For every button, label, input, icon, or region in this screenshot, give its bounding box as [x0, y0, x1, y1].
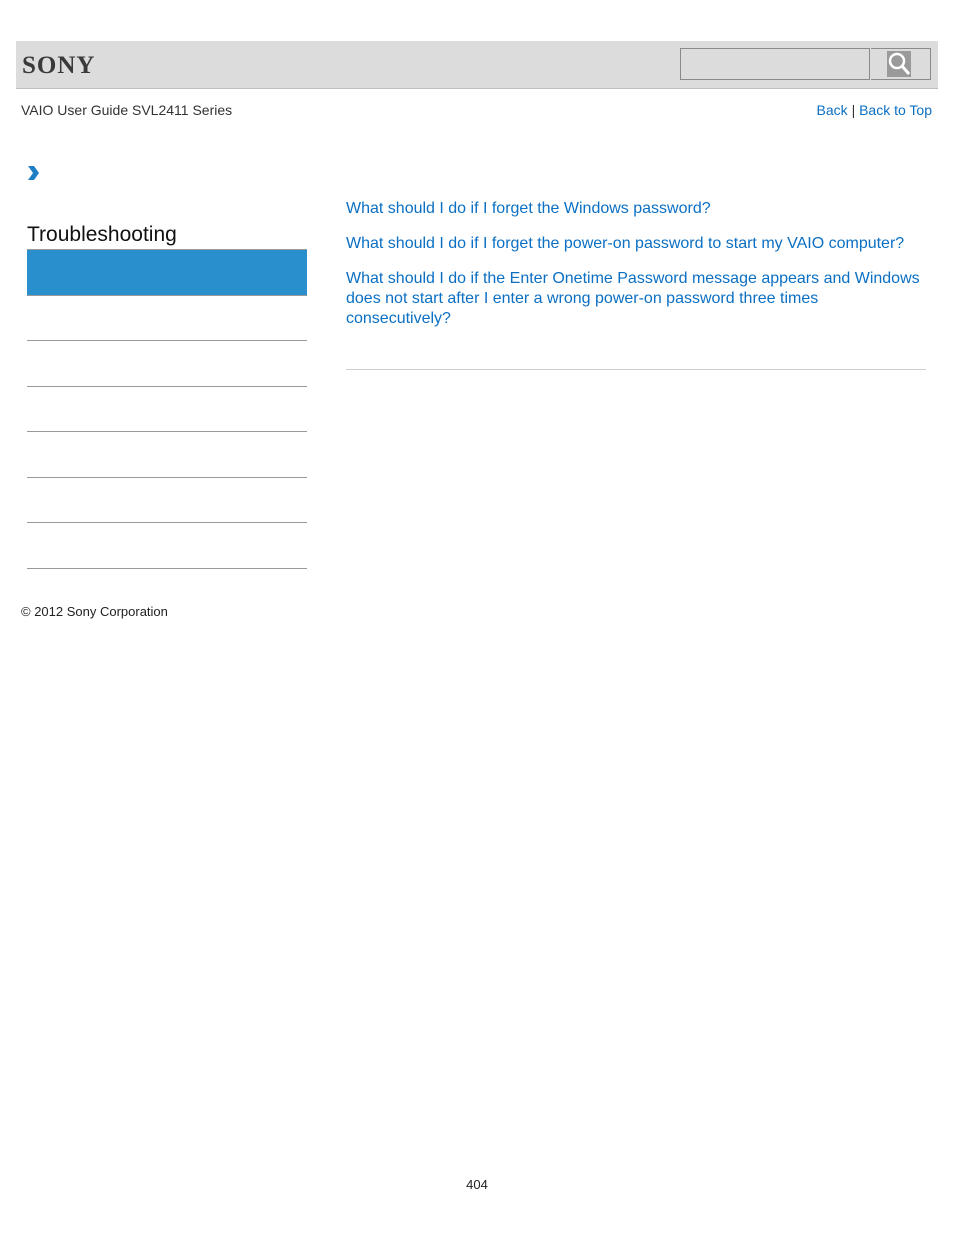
- sidebar-item[interactable]: [27, 477, 307, 478]
- chevron-right-icon[interactable]: [26, 165, 40, 186]
- sidebar-item-active[interactable]: [27, 249, 307, 296]
- topic-link-windows-password[interactable]: What should I do if I forget the Windows…: [346, 199, 926, 219]
- header-bar: SONY: [16, 41, 938, 89]
- topic-links: What should I do if I forget the Windows…: [346, 199, 926, 344]
- topic-link-onetime-password[interactable]: What should I do if the Enter Onetime Pa…: [346, 269, 926, 329]
- sidebar-title: Troubleshooting: [27, 223, 177, 246]
- topic-link-power-on-password[interactable]: What should I do if I forget the power-o…: [346, 234, 926, 254]
- magnifier-icon: [887, 51, 911, 77]
- copyright: © 2012 Sony Corporation: [21, 604, 168, 619]
- guide-title: VAIO User Guide SVL2411 Series: [21, 102, 233, 118]
- top-nav-links: Back | Back to Top: [817, 102, 932, 118]
- back-link[interactable]: Back: [817, 102, 848, 118]
- back-to-top-link[interactable]: Back to Top: [859, 102, 932, 118]
- page-number: 404: [466, 1177, 488, 1192]
- sony-logo: SONY: [22, 52, 96, 79]
- sidebar-item[interactable]: [27, 568, 307, 569]
- content-divider: [346, 369, 926, 370]
- search-input[interactable]: [680, 48, 870, 80]
- sidebar-item[interactable]: [27, 522, 307, 523]
- sidebar-item[interactable]: [27, 386, 307, 387]
- link-separator: |: [851, 102, 856, 118]
- sidebar-item[interactable]: [27, 431, 307, 432]
- sidebar-item[interactable]: [27, 340, 307, 341]
- search-button[interactable]: [871, 48, 931, 80]
